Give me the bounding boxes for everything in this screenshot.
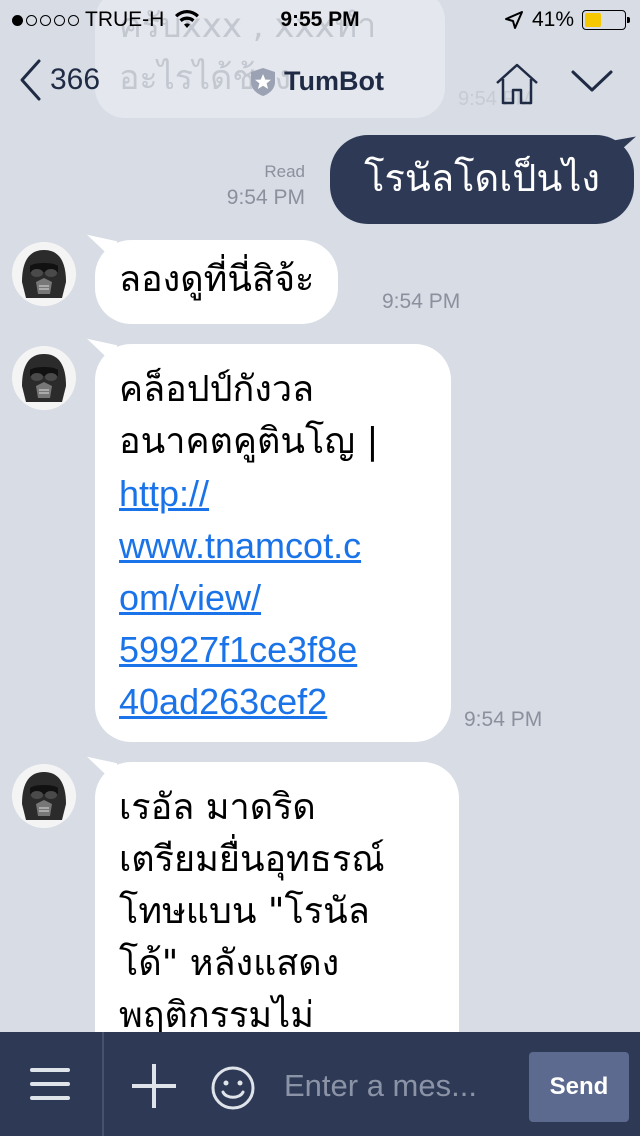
menu-icon xyxy=(30,1096,70,1100)
battery-level xyxy=(585,13,601,27)
chevron-down-icon xyxy=(571,70,613,92)
status-bar: TRUE-H 9:55 PM 41% xyxy=(0,0,640,40)
divider xyxy=(102,1032,104,1136)
link-line: 40ad263cef2 xyxy=(119,681,328,722)
outgoing-time: 9:54 PM xyxy=(226,186,305,209)
battery-percent: 41% xyxy=(531,8,574,31)
incoming-bubble[interactable]: ลองดูที่นี่สิจ้ะ xyxy=(87,234,339,324)
link-line: http:// xyxy=(119,473,210,514)
outgoing-message: โรนัลโดเป็นไง xyxy=(330,135,636,224)
plus-icon[interactable] xyxy=(132,1064,176,1108)
darth-vader-avatar-icon xyxy=(12,346,76,410)
back-button[interactable]: 366 xyxy=(18,58,100,102)
menu-icon xyxy=(30,1068,70,1072)
message-input-bar: Send xyxy=(0,1032,640,1136)
bubble-tail xyxy=(87,338,117,368)
chat-header: 366 TumBot xyxy=(0,40,640,130)
link-line: www.tnamcot.c xyxy=(119,525,362,566)
emoji-button[interactable] xyxy=(210,1065,256,1111)
link-line: 59927f1ce3f8e xyxy=(119,629,358,670)
incoming-text: ลองดูที่นี่สิจ้ะ xyxy=(119,259,315,300)
bubble-tail xyxy=(87,234,117,264)
incoming-text-line: เตรียมยื่นอุทธรณ์ xyxy=(119,839,385,880)
incoming-time: 9:54 PM xyxy=(464,708,543,731)
incoming-bubble[interactable]: คล็อปป์กังวล อนาคตคูตินโญ | http:// www.… xyxy=(87,338,451,742)
bot-avatar[interactable] xyxy=(12,764,76,828)
bubble-tail xyxy=(87,756,117,786)
bubble-tail xyxy=(608,136,636,162)
location-arrow-icon xyxy=(504,11,523,29)
chat-title-group: TumBot xyxy=(250,66,384,97)
chat-title: TumBot xyxy=(284,66,384,96)
link-line: om/view/ xyxy=(119,577,262,618)
bot-avatar[interactable] xyxy=(12,242,76,306)
message-link[interactable]: http:// www.tnamcot.c om/view/ 59927f1ce… xyxy=(119,468,427,728)
battery-icon xyxy=(582,10,630,30)
darth-vader-avatar-icon xyxy=(12,764,76,828)
incoming-text-line: คล็อปป์กังวล xyxy=(119,369,315,410)
incoming-time: 9:54 PM xyxy=(382,290,461,313)
incoming-text-line: โทษแบน "โรนัล xyxy=(119,891,370,932)
incoming-text-line: อนาคตคูตินโญ | xyxy=(119,421,379,462)
outgoing-text: โรนัลโดเป็นไง xyxy=(364,156,600,200)
home-button[interactable] xyxy=(494,62,540,110)
smiley-icon xyxy=(211,1066,255,1110)
send-button[interactable]: Send xyxy=(529,1052,629,1122)
read-receipt: Read xyxy=(264,162,305,181)
chevron-left-icon xyxy=(20,59,41,101)
incoming-text-line: เรอัล มาดริด xyxy=(119,787,316,828)
menu-icon xyxy=(30,1082,70,1086)
options-dropdown-button[interactable] xyxy=(570,68,614,98)
home-icon xyxy=(496,63,538,105)
outgoing-bubble[interactable]: โรนัลโดเป็นไง xyxy=(330,135,636,224)
status-right: 41% xyxy=(504,8,630,32)
official-badge-icon xyxy=(251,67,275,96)
unread-count: 366 xyxy=(50,63,101,96)
darth-vader-avatar-icon xyxy=(12,242,76,306)
menu-button[interactable] xyxy=(30,1068,70,1100)
message-input[interactable] xyxy=(284,1062,520,1110)
incoming-text-line: โด้" หลังแสดง xyxy=(119,943,340,984)
bot-avatar[interactable] xyxy=(12,346,76,410)
